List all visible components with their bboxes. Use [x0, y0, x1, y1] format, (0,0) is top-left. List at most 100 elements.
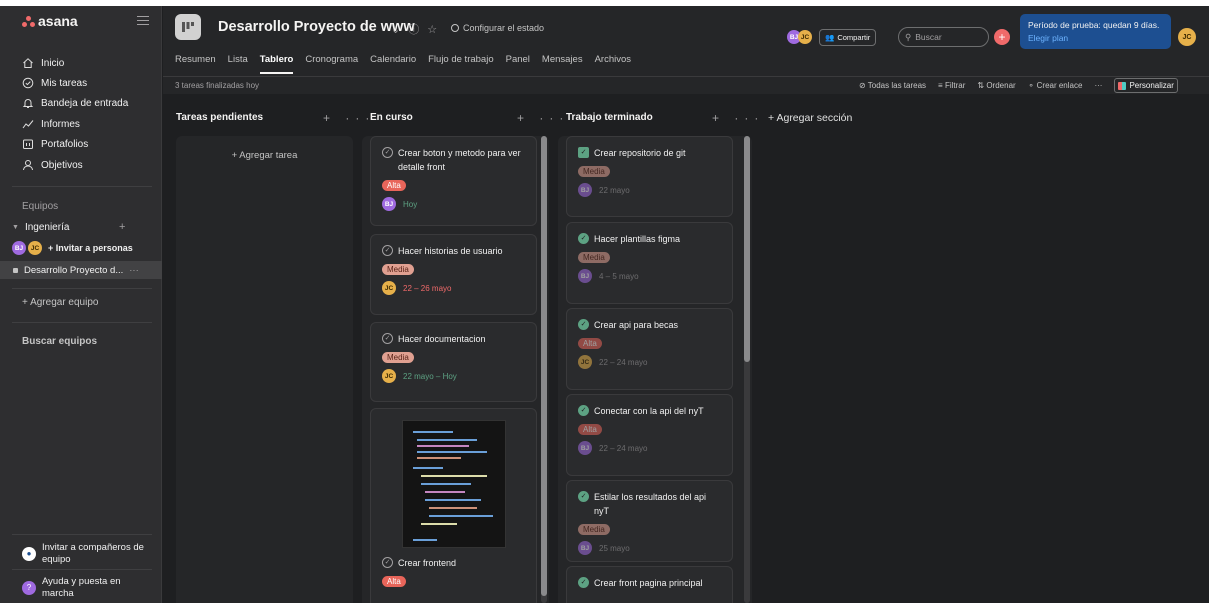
task-card[interactable]: ✓ Hacer plantillas figma Media BJ 4 – 5 ma… [566, 222, 733, 304]
avatar[interactable]: JC [28, 241, 42, 255]
check-icon[interactable]: ✓ [578, 577, 589, 588]
tab-panel[interactable]: Panel [506, 54, 530, 65]
task-card[interactable]: ✓ Crear api para becas Alta JC 22 – 24 may… [566, 308, 733, 390]
help-button[interactable]: ? Ayuda y puesta en marcha [22, 576, 152, 600]
more-options-icon[interactable]: ··· [1094, 81, 1102, 90]
tab-tablero[interactable]: Tablero [259, 54, 293, 74]
more-icon[interactable]: ··· [129, 265, 139, 276]
sort-button[interactable]: ⇅ Ordenar [977, 81, 1015, 90]
check-icon[interactable]: ✓ [382, 147, 393, 158]
avatar[interactable]: JC [382, 281, 396, 295]
filter-button[interactable]: ≡ Filtrar [938, 81, 965, 90]
task-card[interactable]: ✓ Hacer documentacion Media JC 22 mayo – H… [370, 322, 537, 402]
column-title[interactable]: En curso [370, 112, 413, 123]
set-status-button[interactable]: Configurar el estado [451, 23, 544, 33]
tab-flujo-de-trabajo[interactable]: Flujo de trabajo [428, 54, 493, 65]
check-icon[interactable]: ✓ [578, 319, 589, 330]
due-date[interactable]: 22 – 26 mayo [403, 284, 451, 293]
check-icon[interactable]: ✓ [578, 405, 589, 416]
task-card[interactable]: ✓ Crear repositorio de git Media BJ 22 may… [566, 136, 733, 217]
chevron-down-icon[interactable]: ⌄ [391, 23, 400, 36]
sidebar-item-objetivos[interactable]: Objetivos [22, 157, 83, 173]
page-title[interactable]: Desarrollo Proyecto de www [218, 19, 415, 35]
share-button[interactable]: 👥 Compartir [819, 29, 877, 46]
check-icon[interactable]: ✓ [382, 557, 393, 568]
project-icon[interactable] [175, 14, 201, 40]
avatar[interactable]: BJ [382, 197, 396, 211]
avatar[interactable]: BJ [578, 183, 592, 197]
code-screenshot-attachment[interactable] [401, 420, 506, 548]
sidebar-divider [12, 569, 152, 570]
avatar[interactable]: BJ [12, 241, 26, 255]
avatar[interactable]: BJ [578, 441, 592, 455]
due-date[interactable]: 4 – 5 mayo [599, 272, 639, 281]
project-members[interactable]: BJ JC [787, 30, 812, 44]
create-button[interactable]: + [994, 29, 1010, 45]
trial-banner[interactable]: Período de prueba: quedan 9 días. Elegir… [1020, 14, 1171, 49]
check-icon[interactable]: ✓ [578, 491, 589, 502]
avatar[interactable]: BJ [578, 269, 592, 283]
column-actions[interactable]: + ··· [323, 111, 375, 125]
sidebar-divider [12, 534, 152, 535]
column-actions[interactable]: + ··· [712, 111, 764, 125]
tab-archivos[interactable]: Archivos [595, 54, 631, 65]
invite-people-link[interactable]: + Invitar a personas [48, 243, 133, 253]
team-row-ingenieria[interactable]: ▼ Ingeniería + [12, 218, 125, 236]
asana-logo[interactable]: asana [22, 13, 78, 29]
sidebar-item-informes[interactable]: Informes [22, 116, 80, 132]
task-card[interactable]: ✓ Crear frontend Alta [370, 408, 537, 603]
search-teams-link[interactable]: Buscar equipos [22, 336, 97, 347]
add-section-button[interactable]: + Agregar sección [768, 112, 852, 124]
tab-calendario[interactable]: Calendario [370, 54, 416, 65]
plus-icon: + [998, 30, 1006, 44]
column-title[interactable]: Tareas pendientes [176, 112, 263, 123]
task-card[interactable]: ✓ Hacer historias de usuario Media JC 22 –… [370, 234, 537, 315]
column-title[interactable]: Trabajo terminado [566, 112, 653, 123]
star-icon[interactable]: ☆ [427, 23, 437, 36]
collapse-sidebar-icon[interactable] [137, 16, 149, 26]
scrollbar[interactable] [541, 136, 547, 603]
task-card[interactable]: ✓ Estilar los resultados del api nyT Medi… [566, 480, 733, 562]
search-input[interactable]: ⚲ Buscar [898, 27, 989, 47]
tab-resumen[interactable]: Resumen [175, 54, 216, 65]
sidebar-item-inicio[interactable]: Inicio [22, 55, 64, 71]
due-date[interactable]: Hoy [403, 200, 417, 209]
all-tasks-button[interactable]: ⊘ Todas las tareas [859, 81, 926, 90]
add-team-button[interactable]: + Agregar equipo [22, 297, 98, 308]
tab-mensajes[interactable]: Mensajes [542, 54, 583, 65]
task-card[interactable]: ✓ Crear front pagina principal [566, 566, 733, 603]
task-card[interactable]: ✓ Conectar con la api del nyT Alta BJ 22 –… [566, 394, 733, 476]
avatar[interactable]: BJ [578, 541, 592, 555]
check-icon[interactable]: ✓ [382, 333, 393, 344]
check-icon[interactable]: ✓ [382, 245, 393, 256]
sidebar-item-portafolios[interactable]: Portafolios [22, 136, 88, 152]
add-task-button[interactable]: + Agregar tarea [176, 150, 353, 161]
sidebar-item-bandeja[interactable]: Bandeja de entrada [22, 95, 128, 111]
invite-teammates-button[interactable]: ● Invitar a compañeros de equipo [22, 542, 152, 566]
due-date[interactable]: 25 mayo [599, 544, 630, 553]
sidebar-item-mis-tareas[interactable]: Mis tareas [22, 75, 87, 91]
board: Tareas pendientes + ··· + Agregar tarea … [163, 94, 1209, 603]
due-date[interactable]: 22 – 24 mayo [599, 358, 647, 367]
create-link-button[interactable]: ⚬ Crear enlace [1028, 81, 1083, 90]
avatar[interactable]: JC [382, 369, 396, 383]
scrollbar[interactable] [744, 136, 750, 603]
avatar[interactable]: JC [578, 355, 592, 369]
due-date[interactable]: 22 – 24 mayo [599, 444, 647, 453]
avatar[interactable]: JC [798, 30, 812, 44]
sidebar-project-item[interactable]: Desarrollo Proyecto d... ··· [0, 261, 162, 279]
tab-cronograma[interactable]: Cronograma [305, 54, 358, 65]
column-actions[interactable]: + ··· [517, 111, 569, 125]
check-icon[interactable]: ✓ [578, 233, 589, 244]
info-icon[interactable]: ⓘ [408, 21, 419, 37]
add-team-project-icon[interactable]: + [119, 221, 125, 233]
choose-plan-link[interactable]: Elegir plan [1028, 32, 1163, 45]
customize-button[interactable]: Personalizar [1114, 78, 1178, 93]
due-date[interactable]: 22 mayo [599, 186, 630, 195]
tab-lista[interactable]: Lista [228, 54, 248, 65]
task-card[interactable]: ✓ Crear boton y metodo para ver detalle f… [370, 136, 537, 226]
teams-heading[interactable]: Equipos [22, 201, 58, 212]
check-icon[interactable]: ✓ [578, 147, 589, 158]
due-date[interactable]: 22 mayo – Hoy [403, 372, 457, 381]
user-avatar[interactable]: JC [1178, 28, 1196, 46]
